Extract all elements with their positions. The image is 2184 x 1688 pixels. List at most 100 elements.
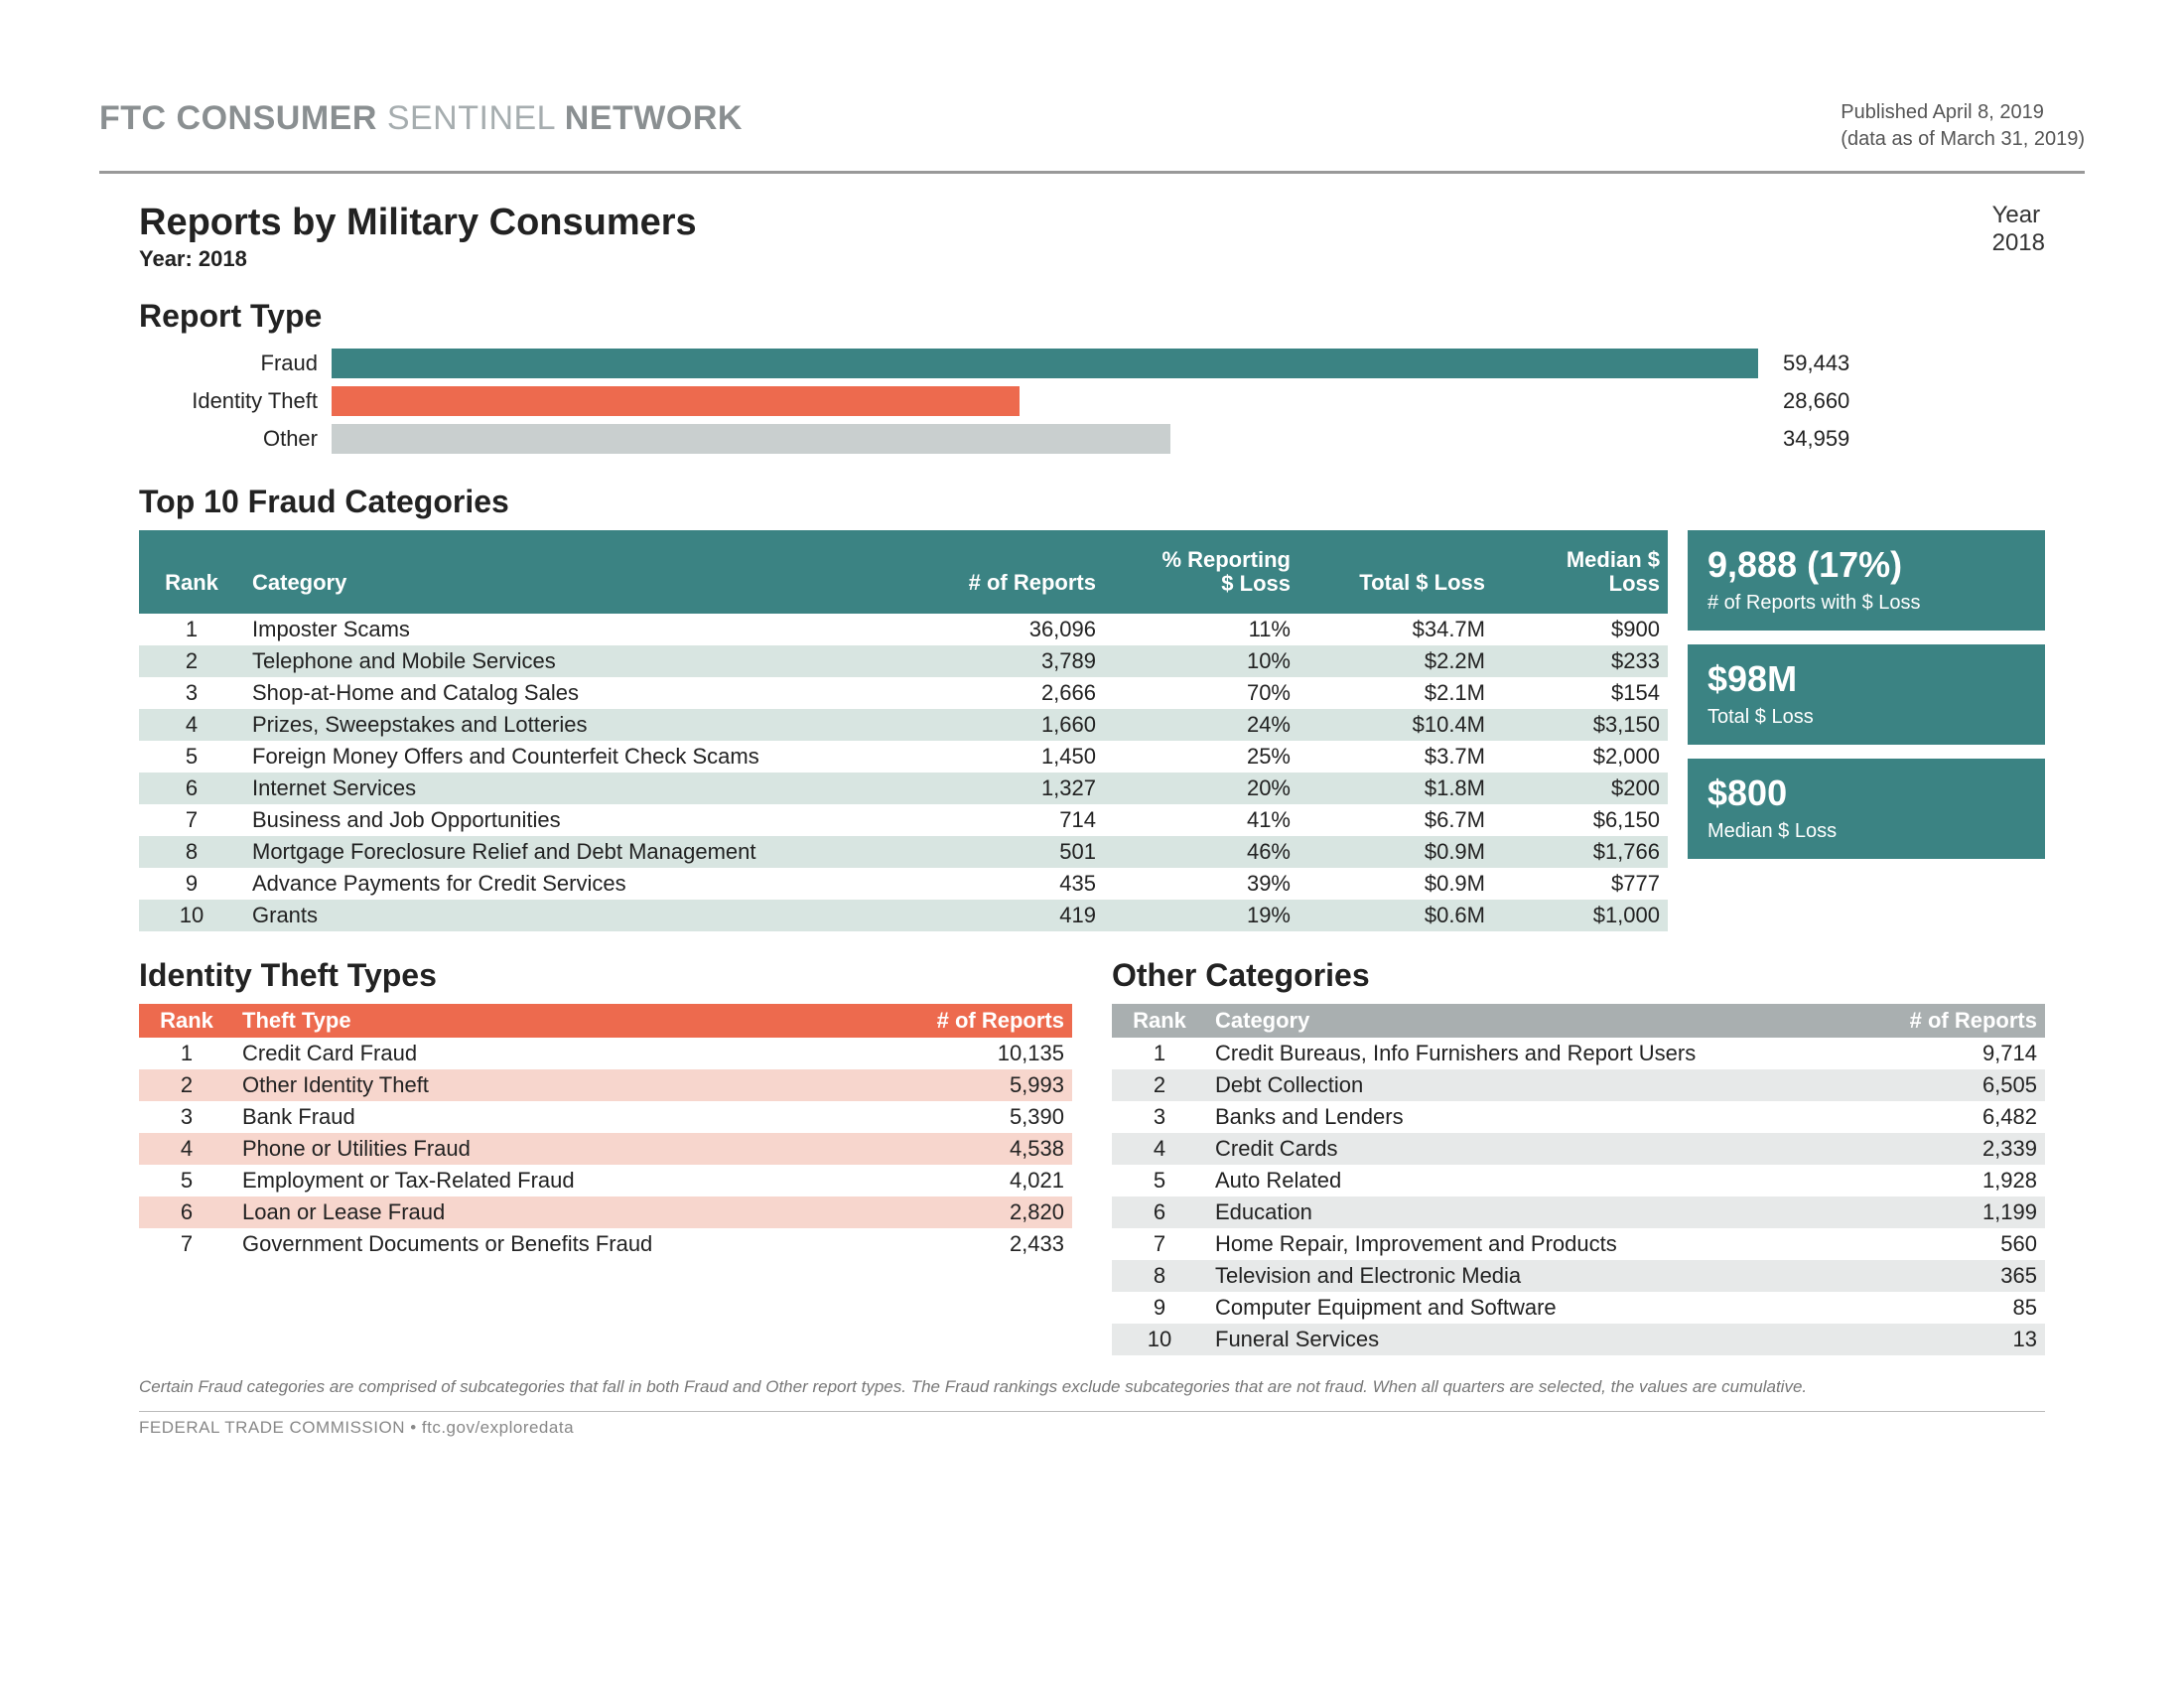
cell-rank: 2 (1112, 1072, 1207, 1098)
cell-rank: 3 (139, 680, 244, 706)
cell-rank: 8 (1112, 1263, 1207, 1289)
cell-rank: 4 (139, 712, 244, 738)
cell-median: $3,150 (1493, 712, 1668, 738)
cell-reports: 1,199 (1831, 1199, 2045, 1225)
col-header-type: Theft Type (234, 1008, 858, 1034)
cell-category: Telephone and Mobile Services (244, 648, 909, 674)
col-header-rank: Rank (1112, 1008, 1207, 1034)
chart-row: Identity Theft28,660 (139, 382, 2045, 420)
cell-category: Auto Related (1207, 1168, 1831, 1194)
section-heading-identity: Identity Theft Types (139, 957, 1072, 994)
cell-reports: 6,505 (1831, 1072, 2045, 1098)
cell-pct: 46% (1104, 839, 1298, 865)
cell-category: Advance Payments for Credit Services (244, 871, 909, 897)
cell-median: $233 (1493, 648, 1668, 674)
report-type-chart: Fraud59,443Identity Theft28,660Other34,9… (99, 345, 2085, 458)
col-header-reports: # of Reports (858, 1008, 1072, 1034)
cell-rank: 1 (1112, 1041, 1207, 1066)
col-header-reports: # of Reports (909, 570, 1104, 596)
cell-reports: 10,135 (858, 1041, 1072, 1066)
cell-category: Grants (244, 903, 909, 928)
cell-pct: 39% (1104, 871, 1298, 897)
cell-category: Foreign Money Offers and Counterfeit Che… (244, 744, 909, 770)
cell-pct: 24% (1104, 712, 1298, 738)
cell-total: $3.7M (1298, 744, 1493, 770)
stat-value: 9,888 (17%) (1707, 544, 2025, 586)
year-filter-value: 2018 (1992, 229, 2045, 257)
cell-category: Imposter Scams (244, 617, 909, 642)
table-row: 9Computer Equipment and Software85 (1112, 1292, 2045, 1324)
brand-part-1: FTC CONSUMER (99, 99, 387, 137)
cell-reports: 560 (1831, 1231, 2045, 1257)
table-row: 7Home Repair, Improvement and Products56… (1112, 1228, 2045, 1260)
col-header-rank: Rank (139, 570, 244, 596)
cell-median: $1,000 (1493, 903, 1668, 928)
fraud-table-header: Rank Category # of Reports % Reporting$ … (139, 530, 1668, 614)
table-row: 4Credit Cards2,339 (1112, 1133, 2045, 1165)
cell-reports: 501 (909, 839, 1104, 865)
cell-total: $34.7M (1298, 617, 1493, 642)
col-header-rank: Rank (139, 1008, 234, 1034)
cell-category: Home Repair, Improvement and Products (1207, 1231, 1831, 1257)
cell-rank: 2 (139, 1072, 234, 1098)
cell-total: $6.7M (1298, 807, 1493, 833)
cell-category: Credit Cards (1207, 1136, 1831, 1162)
cell-pct: 11% (1104, 617, 1298, 642)
identity-table-header: Rank Theft Type # of Reports (139, 1004, 1072, 1038)
table-row: 6Internet Services1,32720%$1.8M$200 (139, 773, 1668, 804)
cell-total: $10.4M (1298, 712, 1493, 738)
cell-rank: 5 (1112, 1168, 1207, 1194)
table-row: 7Government Documents or Benefits Fraud2… (139, 1228, 1072, 1260)
cell-reports: 1,450 (909, 744, 1104, 770)
cell-rank: 5 (139, 744, 244, 770)
table-row: 6Loan or Lease Fraud2,820 (139, 1196, 1072, 1228)
other-table: 1Credit Bureaus, Info Furnishers and Rep… (1112, 1038, 2045, 1355)
chart-category-label: Other (139, 426, 332, 452)
cell-pct: 19% (1104, 903, 1298, 928)
cell-total: $0.6M (1298, 903, 1493, 928)
cell-rank: 6 (1112, 1199, 1207, 1225)
table-row: 1Imposter Scams36,09611%$34.7M$900 (139, 614, 1668, 645)
cell-rank: 6 (139, 775, 244, 801)
year-filter[interactable]: Year 2018 (1992, 202, 2045, 272)
cell-rank: 5 (139, 1168, 234, 1194)
cell-reports: 36,096 (909, 617, 1104, 642)
cell-median: $154 (1493, 680, 1668, 706)
brand-title: FTC CONSUMER SENTINEL NETWORK (99, 99, 743, 138)
chart-category-label: Fraud (139, 351, 332, 376)
identity-table: 1Credit Card Fraud10,1352Other Identity … (139, 1038, 1072, 1260)
table-row: 1Credit Card Fraud10,135 (139, 1038, 1072, 1069)
table-row: 3Bank Fraud5,390 (139, 1101, 1072, 1133)
table-row: 3Banks and Lenders6,482 (1112, 1101, 2045, 1133)
cell-type: Employment or Tax-Related Fraud (234, 1168, 858, 1194)
cell-reports: 365 (1831, 1263, 2045, 1289)
chart-value-label: 34,959 (1783, 426, 1849, 452)
cell-reports: 5,390 (858, 1104, 1072, 1130)
table-row: 4Phone or Utilities Fraud4,538 (139, 1133, 1072, 1165)
published-block: Published April 8, 2019 (data as of Marc… (1841, 99, 2085, 153)
cell-reports: 435 (909, 871, 1104, 897)
cell-pct: 25% (1104, 744, 1298, 770)
cell-reports: 2,433 (858, 1231, 1072, 1257)
col-header-reports: # of Reports (1831, 1008, 2045, 1034)
cell-reports: 5,993 (858, 1072, 1072, 1098)
cell-reports: 13 (1831, 1327, 2045, 1352)
col-header-pct: % Reporting$ Loss (1104, 548, 1298, 596)
stat-total-loss: $98M Total $ Loss (1688, 644, 2045, 745)
stat-value: $800 (1707, 773, 2025, 814)
chart-row: Other 34,959 (139, 420, 2045, 458)
cell-rank: 10 (1112, 1327, 1207, 1352)
cell-rank: 6 (139, 1199, 234, 1225)
cell-reports: 1,327 (909, 775, 1104, 801)
table-row: 3Shop-at-Home and Catalog Sales2,66670%$… (139, 677, 1668, 709)
page-title: Reports by Military Consumers (139, 202, 697, 244)
chart-category-label: Identity Theft (139, 388, 332, 414)
section-heading-other: Other Categories (1112, 957, 2045, 994)
year-filter-label: Year (1992, 202, 2045, 229)
stat-label: Total $ Loss (1707, 706, 2025, 729)
cell-type: Phone or Utilities Fraud (234, 1136, 858, 1162)
cell-pct: 70% (1104, 680, 1298, 706)
cell-type: Government Documents or Benefits Fraud (234, 1231, 858, 1257)
table-row: 5Auto Related1,928 (1112, 1165, 2045, 1196)
cell-category: Banks and Lenders (1207, 1104, 1831, 1130)
